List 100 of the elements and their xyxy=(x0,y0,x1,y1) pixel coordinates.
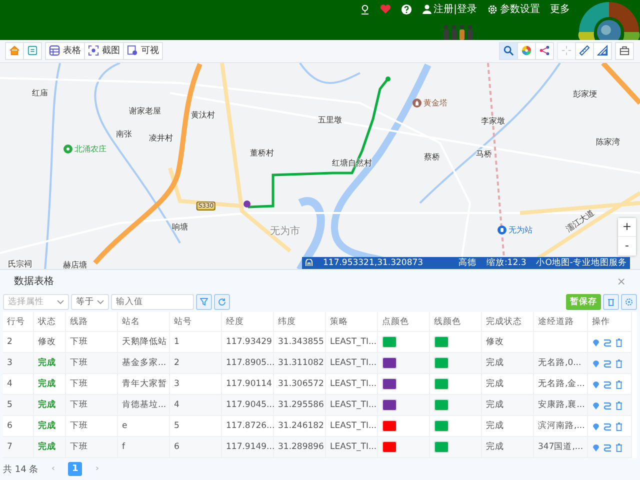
point-color-swatch[interactable] xyxy=(382,357,397,369)
settings-button[interactable] xyxy=(621,294,637,310)
settings-icon xyxy=(625,298,633,306)
filter-button[interactable] xyxy=(196,294,212,310)
point-color-swatch[interactable] xyxy=(382,420,397,432)
help-icon[interactable] xyxy=(400,4,412,14)
tool-button[interactable] xyxy=(535,42,554,60)
map-label: 蔡桥 xyxy=(424,151,440,162)
table-cell: LEAST_TI... xyxy=(326,353,378,374)
value-input[interactable]: 输入值 xyxy=(111,294,194,310)
location-icon[interactable] xyxy=(592,380,600,388)
location-icon[interactable] xyxy=(592,338,600,346)
table-cell: 1 xyxy=(170,332,222,353)
nav-link[interactable]: 更多 xyxy=(550,2,570,16)
point-color-swatch[interactable] xyxy=(382,378,397,390)
user-icon xyxy=(422,4,432,14)
heart-icon[interactable] xyxy=(380,4,391,14)
route-icon[interactable] xyxy=(603,358,612,368)
point-color-swatch[interactable] xyxy=(382,441,397,453)
route-icon[interactable] xyxy=(603,380,612,388)
route-icon[interactable] xyxy=(603,442,612,452)
table-icon xyxy=(49,45,60,56)
line-color-swatch[interactable] xyxy=(434,378,449,390)
tool-button[interactable] xyxy=(499,42,518,60)
route-icon[interactable] xyxy=(603,422,612,430)
location-icon[interactable] xyxy=(592,400,600,410)
zoom-button[interactable]: + xyxy=(618,218,636,237)
table-cell: 5 xyxy=(170,416,222,437)
table-cell: e xyxy=(118,416,170,437)
delete-icon[interactable] xyxy=(615,442,623,452)
location-pin-icon[interactable] xyxy=(360,4,370,14)
table-cell: 完成 xyxy=(482,374,534,395)
point-color-swatch[interactable] xyxy=(382,336,397,348)
train-icon xyxy=(498,225,506,234)
refresh-button[interactable] xyxy=(214,294,230,310)
tool-button[interactable] xyxy=(517,42,536,60)
tool-button[interactable]: 表格 xyxy=(45,42,85,60)
settings-icon xyxy=(487,4,498,14)
swap-icon xyxy=(27,45,38,56)
delete-icon[interactable] xyxy=(615,380,623,388)
map-label: 无为市 xyxy=(270,224,300,238)
location-icon[interactable] xyxy=(592,422,600,430)
table-cell: 下班 xyxy=(66,353,118,374)
table-cell: 6 xyxy=(3,416,34,437)
tool-button[interactable]: 可视 xyxy=(123,42,163,60)
ruler-icon xyxy=(579,45,590,56)
table-cell: 下班 xyxy=(66,332,118,353)
zoom-button[interactable]: - xyxy=(618,236,636,256)
tower-icon xyxy=(412,98,422,108)
delete-icon[interactable] xyxy=(615,338,623,346)
map-label: 彭家埂 xyxy=(573,88,597,100)
line-color-swatch[interactable] xyxy=(434,399,449,411)
status-cell: 完成 xyxy=(34,353,66,374)
map-label: 濡江大道 xyxy=(564,207,596,234)
delete-icon[interactable] xyxy=(615,400,623,410)
point-color-swatch[interactable] xyxy=(382,399,397,411)
delete-icon[interactable] xyxy=(615,358,623,368)
globe-logo-icon xyxy=(578,0,640,40)
provider-text: 高德 xyxy=(458,257,476,269)
status-cell: 修改 xyxy=(34,332,66,353)
line-color-swatch[interactable] xyxy=(434,420,449,432)
line-color-swatch[interactable] xyxy=(434,357,449,369)
table-cell: 117.9045... xyxy=(222,395,274,416)
route-icon[interactable] xyxy=(603,400,612,410)
table-cell: 青年大家暂 xyxy=(118,374,170,395)
table-cell: 31.289896 xyxy=(274,437,326,458)
tool-button[interactable] xyxy=(575,42,594,60)
table-cell: 肯德基垃... xyxy=(118,395,170,416)
table-cell: 2 xyxy=(3,332,34,353)
tool-button[interactable] xyxy=(615,42,634,60)
chart-icon xyxy=(127,45,138,56)
map-label: 无为站 xyxy=(498,224,532,236)
delete-icon[interactable] xyxy=(615,422,623,430)
table-cell: 修改 xyxy=(482,332,534,353)
operator-select[interactable]: 等于 xyxy=(71,294,109,310)
tool-button[interactable]: 截图 xyxy=(84,42,124,60)
route-icon[interactable] xyxy=(603,338,612,346)
table-cell: 117.93429 xyxy=(222,332,274,353)
farm-icon xyxy=(64,144,72,154)
map-label: 凌井村 xyxy=(149,132,173,144)
filter-icon xyxy=(200,298,208,306)
map-label: 氏宗祠 xyxy=(8,258,32,269)
map-label: 陈家湾 xyxy=(596,136,620,148)
map-label: 五里墩 xyxy=(318,114,342,126)
status-cell: 完成 xyxy=(34,437,66,458)
location-icon[interactable] xyxy=(592,442,600,452)
tool-button[interactable] xyxy=(593,42,612,60)
nav-link[interactable]: 注册|登录 xyxy=(422,2,477,16)
map-drawing[interactable] xyxy=(0,62,640,269)
crosshair-icon xyxy=(561,45,572,56)
location-icon[interactable] xyxy=(592,358,600,368)
line-color-swatch[interactable] xyxy=(434,441,449,453)
table-cell: LEAST_TI... xyxy=(326,332,378,353)
map-label: 北涌农庄 xyxy=(64,143,106,154)
table-cell: 3 xyxy=(170,374,222,395)
people-silhouette-icon xyxy=(443,24,475,40)
delete-button[interactable] xyxy=(603,294,619,310)
nav-link[interactable]: 参数设置 xyxy=(487,2,540,16)
search-icon xyxy=(503,45,514,56)
line-color-swatch[interactable] xyxy=(434,336,449,348)
